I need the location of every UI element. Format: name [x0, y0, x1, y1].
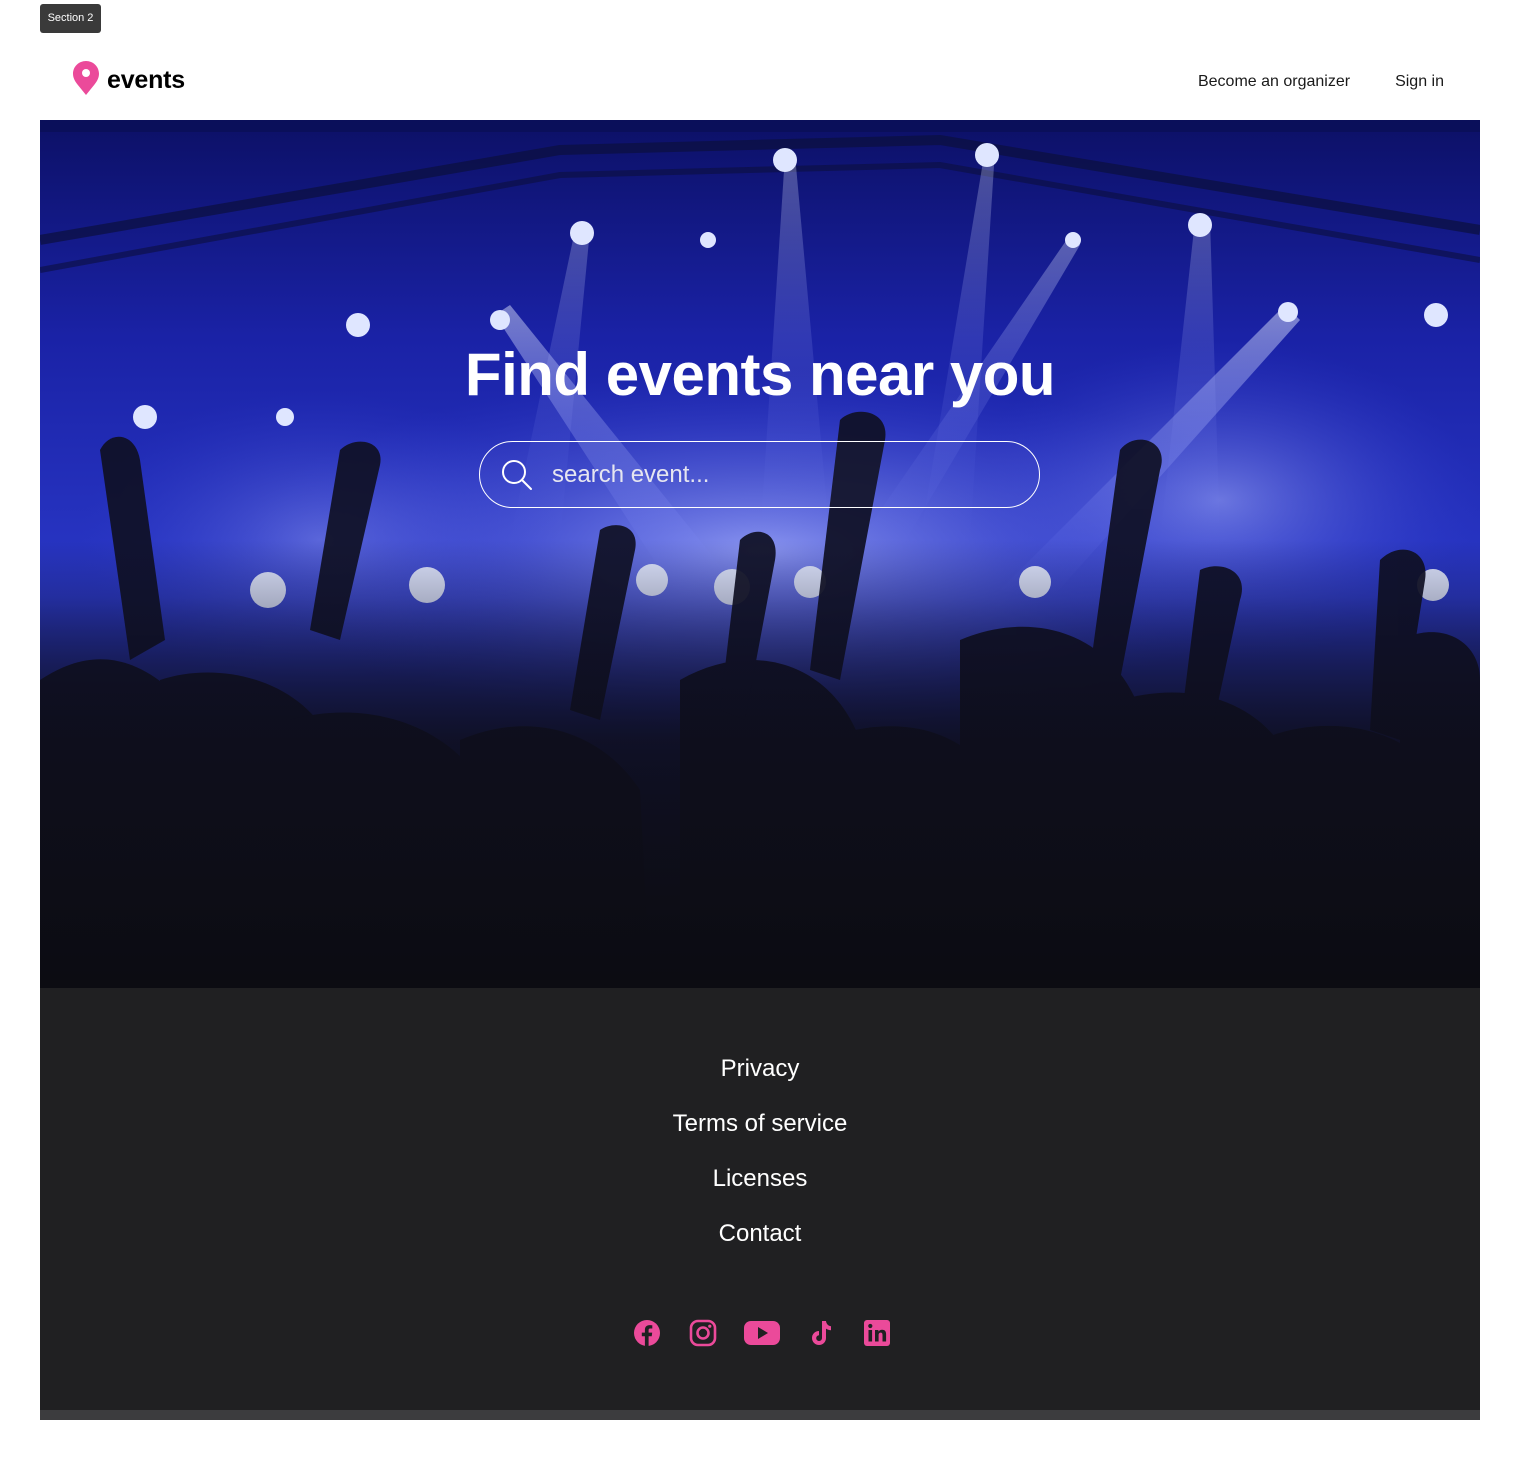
tiktok-icon[interactable] — [804, 1316, 838, 1350]
brand-name: events — [107, 65, 186, 94]
nav-become-organizer[interactable]: Become an organizer — [1198, 73, 1350, 91]
page: events Become an organizer Sign in Find … — [40, 40, 1480, 1420]
youtube-icon[interactable] — [742, 1316, 782, 1350]
brand-logo[interactable]: events — [71, 60, 186, 101]
footer-link-contact[interactable]: Contact — [719, 1221, 802, 1247]
search-input[interactable] — [550, 453, 1039, 496]
search-icon[interactable] — [500, 458, 534, 492]
top-nav: Become an organizer Sign in — [1198, 73, 1444, 91]
footer-link-licenses[interactable]: Licenses — [713, 1166, 808, 1192]
frame-label: Section 2 — [40, 4, 101, 33]
footer-link-terms[interactable]: Terms of service — [673, 1111, 848, 1137]
concert-background-image — [40, 120, 1480, 988]
footer-links: Privacy Terms of service Licenses Contac… — [40, 1056, 1480, 1247]
instagram-icon[interactable] — [686, 1316, 720, 1350]
footer-link-privacy[interactable]: Privacy — [721, 1056, 800, 1082]
linkedin-icon[interactable] — [860, 1316, 894, 1350]
map-pin-icon — [71, 60, 101, 101]
social-links — [40, 1316, 1480, 1350]
footer-bottom-bar — [40, 1410, 1480, 1420]
event-search-box[interactable] — [479, 441, 1040, 508]
facebook-icon[interactable] — [630, 1316, 664, 1350]
hero-section: Find events near you — [40, 120, 1480, 988]
hero-title: Find events near you — [464, 341, 1056, 408]
nav-sign-in[interactable]: Sign in — [1395, 73, 1444, 91]
site-footer: Privacy Terms of service Licenses Contac… — [40, 988, 1480, 1410]
site-header: events Become an organizer Sign in — [40, 40, 1480, 120]
